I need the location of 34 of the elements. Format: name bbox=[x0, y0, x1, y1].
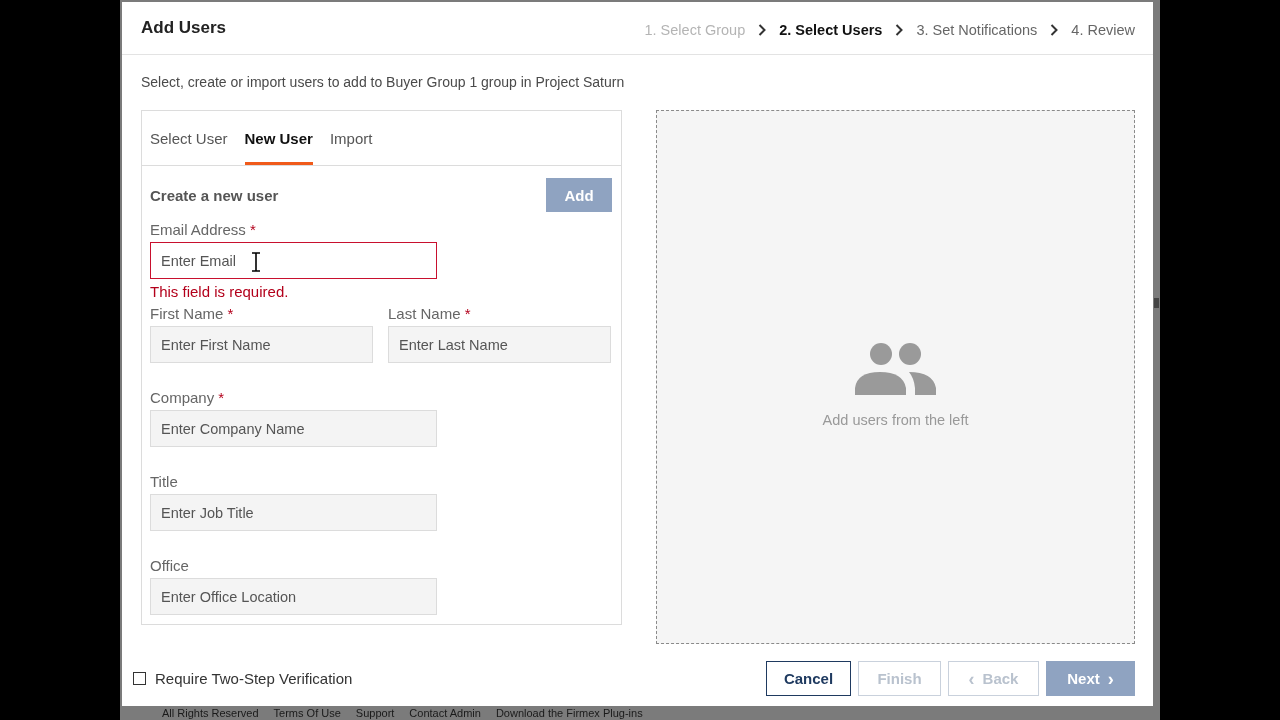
wizard-step: 1. Select Group bbox=[644, 21, 746, 38]
chevron-left-icon: ‹ bbox=[968, 669, 975, 688]
chevron-right-icon bbox=[758, 23, 767, 36]
field-label: Company * bbox=[150, 389, 225, 406]
footer-link[interactable]: Contact Admin bbox=[409, 706, 481, 720]
checkbox[interactable] bbox=[133, 672, 146, 685]
empty-state-text: Add users from the left bbox=[822, 411, 969, 428]
chevron-right-icon bbox=[895, 23, 904, 36]
dialog-title: Add Users bbox=[141, 18, 227, 38]
instruction-text: Select, create or import users to add to Buyer Group 1 group in Project Saturn bbox=[141, 74, 625, 91]
cancel-button[interactable]: Cancel bbox=[766, 661, 851, 696]
footer-link[interactable]: Support bbox=[355, 706, 395, 720]
chevron-right-icon: › bbox=[1107, 669, 1114, 688]
wizard-step: 4. Review bbox=[1071, 21, 1135, 38]
field-label: Last Name * bbox=[388, 305, 471, 322]
field-label: Email Address * bbox=[150, 221, 256, 238]
field-label: First Name * bbox=[150, 305, 234, 322]
tab[interactable]: New User bbox=[244, 111, 313, 165]
footer-link[interactable]: Terms Of Use bbox=[273, 706, 341, 720]
field-label: Title bbox=[150, 473, 178, 490]
scrollbar-thumb[interactable] bbox=[1154, 298, 1159, 308]
section-heading: Create a new user bbox=[150, 186, 279, 204]
checkbox-label[interactable]: Require Two-Step Verification bbox=[155, 670, 353, 687]
chevron-right-icon bbox=[1050, 23, 1059, 36]
field-label: Office bbox=[150, 557, 189, 574]
input-field[interactable]: Enter Email bbox=[150, 242, 437, 279]
footer-link[interactable]: Download the Firmex Plug-ins bbox=[495, 706, 643, 720]
wizard-step: 2. Select Users bbox=[779, 21, 883, 38]
tab[interactable]: Import bbox=[329, 111, 373, 165]
people-icon bbox=[855, 342, 936, 395]
error-message: This field is required. bbox=[150, 283, 289, 300]
copyright-text: All Rights Reserved bbox=[162, 706, 259, 720]
tab[interactable]: Select User bbox=[150, 111, 228, 165]
wizard-step: 3. Set Notifications bbox=[916, 21, 1038, 38]
